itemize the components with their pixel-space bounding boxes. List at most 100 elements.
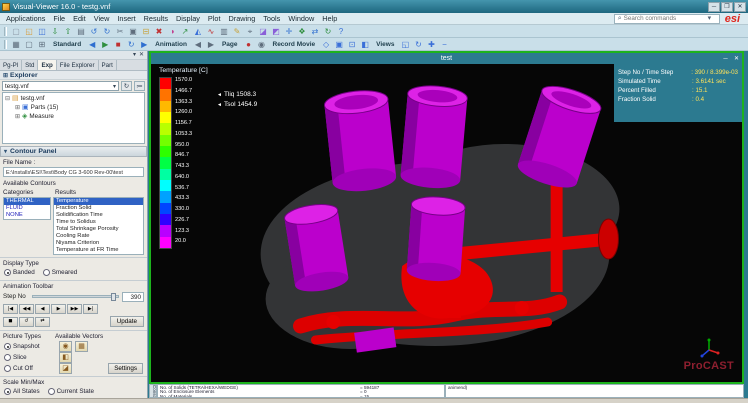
- rotate-view-icon[interactable]: ↻: [412, 39, 424, 50]
- menu-item[interactable]: Results: [140, 14, 172, 23]
- toolbar-group-page[interactable]: Page: [218, 39, 242, 50]
- menu-item[interactable]: Tools: [259, 14, 284, 23]
- result-item[interactable]: Niyama Criterion: [54, 240, 143, 247]
- snapshot-radio[interactable]: Snapshot: [4, 343, 56, 350]
- explorer-tab[interactable]: Std: [22, 60, 38, 70]
- camera-icon[interactable]: ◉: [256, 39, 268, 50]
- vectors-icon[interactable]: ▦: [75, 341, 88, 352]
- loop-icon[interactable]: ↻: [125, 39, 137, 50]
- playback-button[interactable]: ◀◀: [19, 304, 34, 314]
- side-view-icon[interactable]: ◧: [359, 39, 371, 50]
- toolbar-group-animation[interactable]: Animation: [151, 39, 191, 50]
- view-minimize-icon[interactable]: ─: [720, 56, 731, 62]
- zoom-in-icon[interactable]: ✚: [425, 39, 437, 50]
- menu-item[interactable]: Window: [284, 14, 318, 23]
- measure-icon[interactable]: ⌖: [244, 26, 256, 37]
- playback-button[interactable]: ↺: [19, 317, 34, 327]
- result-item[interactable]: Time to Solidus: [54, 219, 143, 226]
- iso-view-icon[interactable]: ◇: [320, 39, 332, 50]
- toolbar-group-views[interactable]: Views: [372, 39, 398, 50]
- open-file-icon[interactable]: ◱: [23, 26, 35, 37]
- first-frame-icon[interactable]: ◀: [86, 39, 98, 50]
- import-icon[interactable]: ⇩: [49, 26, 61, 37]
- view-close-icon[interactable]: ✕: [731, 55, 742, 62]
- category-item[interactable]: NONE: [4, 212, 50, 219]
- minimize-button[interactable]: ─: [708, 2, 720, 12]
- explorer-tab[interactable]: File Explorer: [57, 60, 99, 70]
- refresh-icon[interactable]: ↻: [121, 81, 132, 91]
- help-icon[interactable]: ?: [335, 26, 347, 37]
- menu-item[interactable]: View: [90, 14, 114, 23]
- menu-item[interactable]: Insert: [113, 14, 139, 23]
- console-tab[interactable]: Console: [149, 384, 157, 398]
- contour-plot-icon[interactable]: ◑: [166, 26, 178, 37]
- copy-icon[interactable]: ▣: [127, 26, 139, 37]
- record-icon[interactable]: ●: [243, 39, 255, 50]
- contour-panel-header[interactable]: ▾ Contour Panel: [0, 146, 147, 157]
- viewport-canvas[interactable]: Temperature [C] 1570.01466.71363.31260.0…: [151, 64, 742, 382]
- model-selector[interactable]: testg.vnf▾: [2, 81, 119, 91]
- deformed-plot-icon[interactable]: ◭: [192, 26, 204, 37]
- step-slider[interactable]: [32, 295, 119, 298]
- menu-item[interactable]: Plot: [204, 14, 225, 23]
- result-item[interactable]: Temperature at FR Time: [54, 247, 143, 254]
- next-page-icon[interactable]: ▶: [205, 39, 217, 50]
- playback-button[interactable]: ▶|: [83, 304, 98, 314]
- last-frame-icon[interactable]: ▶: [138, 39, 150, 50]
- update-button[interactable]: Update: [110, 316, 144, 327]
- category-item[interactable]: FLUID: [4, 205, 50, 212]
- filter-icon[interactable]: ≔: [134, 81, 145, 91]
- annotation-icon[interactable]: ✎: [231, 26, 243, 37]
- explorer-tab[interactable]: Exp: [38, 60, 56, 70]
- undo-icon[interactable]: ↺: [88, 26, 100, 37]
- probe-icon[interactable]: ✛: [283, 26, 295, 37]
- result-item[interactable]: Temperature: [54, 198, 143, 205]
- playback-button[interactable]: ⇄: [35, 317, 50, 327]
- close-panel-icon[interactable]: ✕: [139, 52, 144, 59]
- file-name-input[interactable]: E:\Installs\ESI\Test\Body CG 3-600 Rev-0…: [3, 167, 144, 177]
- stop-icon[interactable]: ■: [112, 39, 124, 50]
- result-item[interactable]: Fraction Solid: [54, 205, 143, 212]
- result-item[interactable]: Solidification Time: [54, 212, 143, 219]
- toolbar-group-record-movie[interactable]: Record Movie: [269, 39, 320, 50]
- fit-view-icon[interactable]: ◱: [399, 39, 411, 50]
- menu-item[interactable]: Drawing: [225, 14, 260, 23]
- playback-button[interactable]: ◼: [3, 317, 18, 327]
- toolbar-grip[interactable]: [4, 27, 7, 36]
- redo-icon[interactable]: ↻: [101, 26, 113, 37]
- grid-icon[interactable]: ⊞: [36, 39, 48, 50]
- tree-item[interactable]: ⊞ ◈ Measure: [4, 112, 143, 121]
- menu-item[interactable]: Applications: [2, 14, 49, 23]
- legend-icon[interactable]: ▥: [218, 26, 230, 37]
- chevron-down-icon[interactable]: ▾: [708, 15, 712, 23]
- settings-button[interactable]: Settings: [108, 363, 143, 374]
- print-icon[interactable]: ▤: [75, 26, 87, 37]
- zoom-out-icon[interactable]: −: [438, 39, 450, 50]
- vector-plot-icon[interactable]: ↗: [179, 26, 191, 37]
- slice-icon[interactable]: ◧: [59, 352, 72, 363]
- slice-radio[interactable]: Slice: [4, 354, 56, 361]
- prev-page-icon[interactable]: ◀: [192, 39, 204, 50]
- toolbar-group-standard[interactable]: Standard: [49, 39, 85, 50]
- explorer-tab[interactable]: Pg-Pl: [0, 60, 22, 70]
- menu-item[interactable]: File: [49, 14, 69, 23]
- maximize-button[interactable]: ❐: [721, 2, 733, 12]
- console-messages[interactable]: No. of Solids (TETRA/HEXA/WEDGE) = 59418…: [157, 384, 445, 398]
- playback-button[interactable]: ◀: [35, 304, 50, 314]
- slice-icon[interactable]: ◪: [257, 26, 269, 37]
- search-box[interactable]: ⌕ ▾: [614, 14, 720, 24]
- console-input[interactable]: animend): [445, 384, 744, 398]
- step-value-input[interactable]: 390: [122, 292, 144, 302]
- menu-item[interactable]: Help: [318, 14, 341, 23]
- search-input[interactable]: [624, 15, 706, 22]
- display-banded-radio[interactable]: Banded: [4, 269, 35, 276]
- playback-button[interactable]: ▶▶: [67, 304, 82, 314]
- category-item[interactable]: THERMAL: [4, 198, 50, 205]
- top-view-icon[interactable]: ⊡: [346, 39, 358, 50]
- pin-icon[interactable]: ▾: [133, 52, 136, 59]
- export-icon[interactable]: ⇧: [62, 26, 74, 37]
- result-item[interactable]: Total Shrinkage Porosity: [54, 226, 143, 233]
- xy-plot-icon[interactable]: ∿: [205, 26, 217, 37]
- new-file-icon[interactable]: ▢: [10, 26, 22, 37]
- all-states-radio[interactable]: All States: [4, 388, 40, 395]
